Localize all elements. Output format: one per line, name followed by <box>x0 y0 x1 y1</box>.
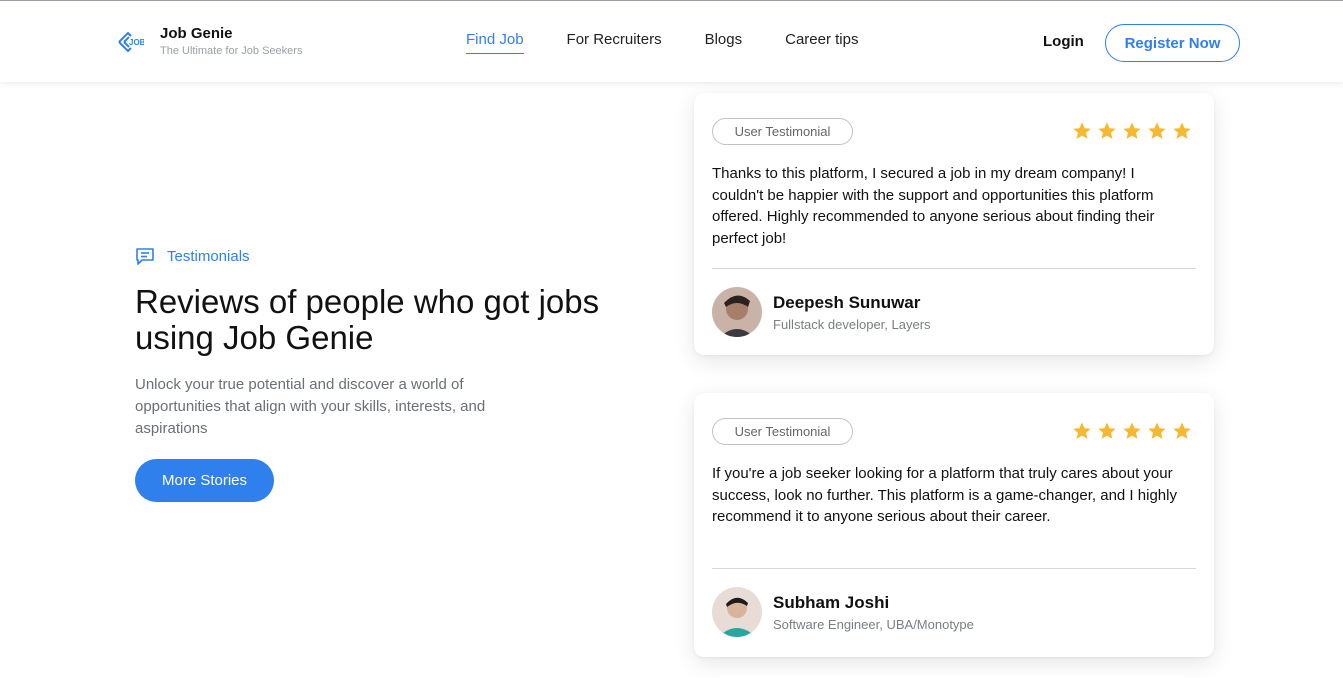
job-genie-logo-icon: JOB <box>118 31 144 53</box>
testimonial-badge: User Testimonial <box>712 118 853 145</box>
divider <box>712 268 1196 269</box>
nav-item-career-tips[interactable]: Career tips <box>785 31 858 54</box>
star-icon <box>1148 122 1166 139</box>
brand[interactable]: JOB Job Genie The Ultimate for Job Seeke… <box>116 25 302 59</box>
testimonial-quote: Thanks to this platform, I secured a job… <box>712 165 1155 247</box>
star-icon <box>1073 422 1091 439</box>
person-role: Fullstack developer, Layers <box>773 317 931 332</box>
testimonial-quote: If you're a job seeker looking for a pla… <box>712 465 1177 525</box>
register-button[interactable]: Register Now <box>1105 24 1240 62</box>
chat-icon <box>136 248 154 265</box>
star-icon <box>1123 422 1141 439</box>
section-tag: Testimonials <box>135 246 250 266</box>
star-icon <box>1148 422 1166 439</box>
nav-item-blogs[interactable]: Blogs <box>705 31 743 54</box>
rating-stars <box>1072 421 1197 441</box>
top-navbar: JOB Job Genie The Ultimate for Job Seeke… <box>0 0 1343 82</box>
brand-text: Job Genie The Ultimate for Job Seekers <box>160 25 302 59</box>
hero-subtext: Unlock your true potential and discover … <box>135 376 486 437</box>
star-icon <box>1123 122 1141 139</box>
page-headline: Reviews of people who got jobs using Job… <box>135 283 600 356</box>
person-role: Software Engineer, UBA/Monotype <box>773 617 974 632</box>
star-icon <box>1098 422 1116 439</box>
nav-item-for-recruiters[interactable]: For Recruiters <box>567 31 662 54</box>
avatar <box>712 587 762 637</box>
rating-stars <box>1072 121 1197 141</box>
star-icon <box>1173 122 1191 139</box>
login-link[interactable]: Login <box>1043 33 1084 50</box>
more-stories-button[interactable]: More Stories <box>135 459 274 502</box>
brand-tagline: The Ultimate for Job Seekers <box>160 45 303 57</box>
svg-text:JOB: JOB <box>129 38 144 47</box>
star-icon <box>1173 422 1191 439</box>
person-name: Subham Joshi <box>773 593 890 612</box>
brand-name: Job Genie <box>160 25 233 42</box>
section-tag-label: Testimonials <box>167 247 250 265</box>
nav-item-find-job[interactable]: Find Job <box>466 31 524 54</box>
testimonial-badge: User Testimonial <box>712 418 853 445</box>
person-name: Deepesh Sunuwar <box>773 293 921 312</box>
star-icon <box>1073 122 1091 139</box>
main-nav: Find Job For Recruiters Blogs Career tip… <box>466 31 901 54</box>
divider <box>712 568 1196 569</box>
star-icon <box>1098 122 1116 139</box>
avatar <box>712 287 762 337</box>
testimonial-card: User Testimonial If you're a job seeker … <box>694 393 1214 657</box>
page: JOB Job Genie The Ultimate for Job Seeke… <box>0 0 1343 678</box>
testimonial-card: User Testimonial Thanks to this platform… <box>694 93 1214 355</box>
